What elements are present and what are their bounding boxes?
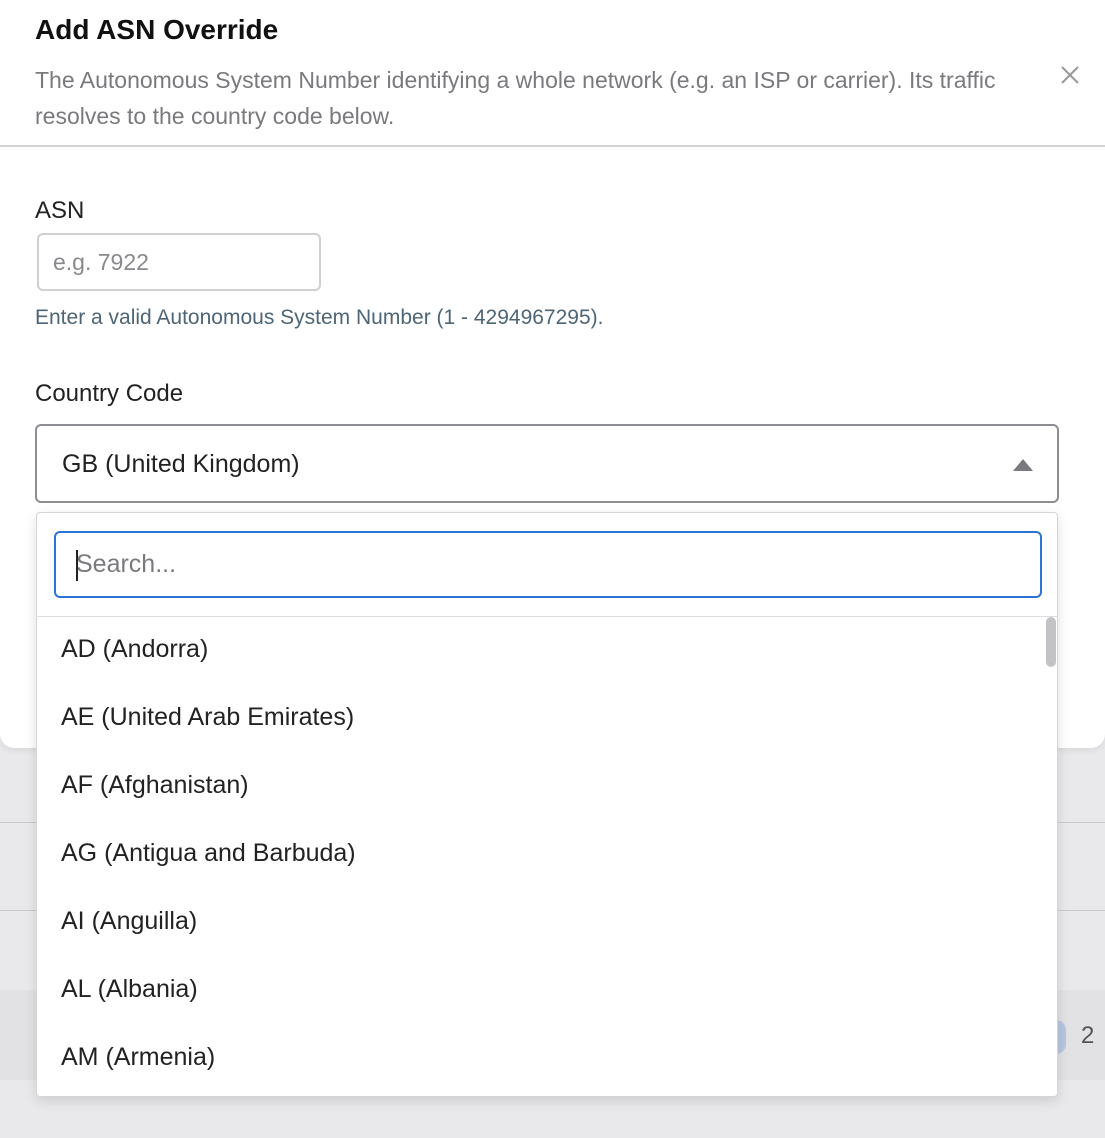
close-button[interactable] — [1055, 60, 1085, 90]
country-option-label: AI (Anguilla) — [61, 907, 198, 935]
caret-up-icon — [1013, 459, 1033, 471]
country-option-label: AM (Armenia) — [61, 1043, 216, 1071]
country-code-select[interactable]: GB (United Kingdom) — [35, 424, 1059, 503]
modal-header: Add ASN Override The Autonomous System N… — [0, 0, 1105, 147]
asn-hint: Enter a valid Autonomous System Number (… — [35, 306, 604, 329]
country-option[interactable]: AI (Anguilla) — [37, 889, 1042, 957]
country-option-label: AG (Antigua and Barbuda) — [61, 839, 356, 867]
modal-description: The Autonomous System Number identifying… — [35, 67, 996, 129]
asn-input[interactable] — [37, 233, 321, 291]
dropdown-search-area — [37, 513, 1057, 617]
country-option[interactable]: AM (Armenia) — [37, 1025, 1042, 1093]
country-code-dropdown: AD (Andorra) AE (United Arab Emirates) A… — [36, 512, 1058, 1097]
country-options-list: AD (Andorra) AE (United Arab Emirates) A… — [37, 617, 1057, 1096]
dropdown-scrollbar[interactable] — [1046, 617, 1056, 667]
modal-title: Add ASN Override — [35, 14, 279, 45]
background-count: 2 — [1081, 1022, 1095, 1049]
text-cursor — [76, 550, 78, 581]
country-option-label: AL (Albania) — [61, 975, 198, 1003]
country-option[interactable]: AF (Afghanistan) — [37, 753, 1042, 821]
country-option[interactable]: AE (United Arab Emirates) — [37, 685, 1042, 753]
close-icon — [1061, 66, 1079, 84]
asn-label: ASN — [35, 197, 85, 224]
country-option-label: AD (Andorra) — [61, 635, 209, 663]
country-code-selected-value: GB (United Kingdom) — [62, 450, 300, 478]
country-option[interactable]: AD (Andorra) — [37, 617, 1042, 685]
country-option[interactable]: AG (Antigua and Barbuda) — [37, 821, 1042, 889]
country-option[interactable]: AL (Albania) — [37, 957, 1042, 1025]
country-option-label: AE (United Arab Emirates) — [61, 703, 355, 731]
country-option-label: AF (Afghanistan) — [61, 771, 249, 799]
country-search-input[interactable] — [54, 531, 1042, 598]
country-code-label: Country Code — [35, 380, 184, 407]
